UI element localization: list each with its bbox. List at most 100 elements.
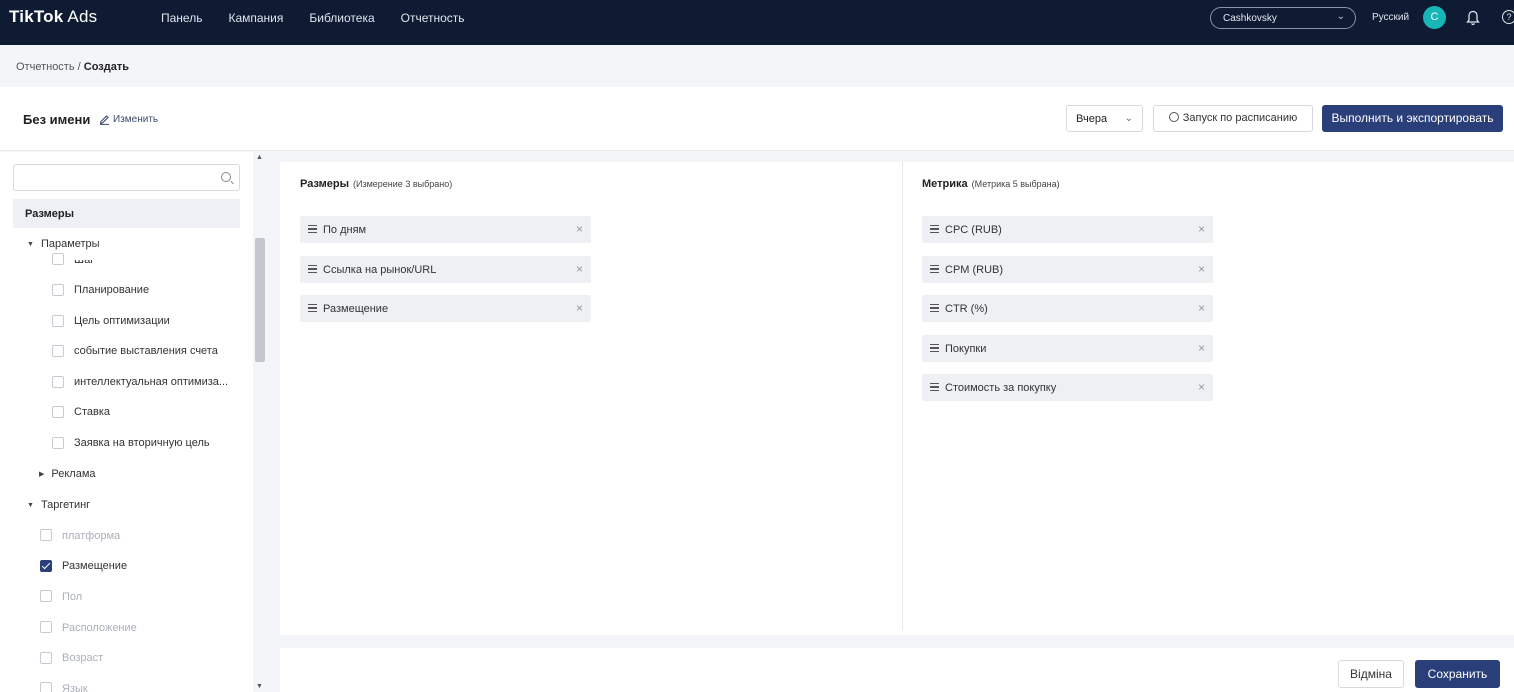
dimension-chip-label: По дням xyxy=(323,224,367,236)
nav-item-library[interactable]: Библиотека xyxy=(309,11,374,25)
close-icon[interactable]: × xyxy=(576,262,583,276)
item-smart-optimization-label: интеллектуальная оптимиза... xyxy=(74,376,229,388)
dimension-chip[interactable]: Размещение × xyxy=(300,295,591,322)
item-step-label: Шаг xyxy=(74,254,95,266)
edit-title-label: Изменить xyxy=(113,114,159,125)
save-button[interactable]: Сохранить xyxy=(1415,660,1500,688)
metric-chip-label: CPC (RUB) xyxy=(945,224,1002,236)
item-gender-label: Пол xyxy=(62,591,83,603)
caret-down-icon: ▼ xyxy=(27,241,34,248)
dimensions-count: (Измерение 3 выбрано) xyxy=(353,179,453,189)
nav-item-reporting[interactable]: Отчетность xyxy=(401,11,465,25)
language-switcher[interactable]: Русский xyxy=(1372,12,1409,23)
metric-chip[interactable]: CPC (RUB) × xyxy=(922,216,1213,243)
chevron-down-icon: ⌄ xyxy=(1124,113,1133,124)
main-nav: Панель Кампания Библиотека Отчетность xyxy=(161,11,491,25)
run-and-export-button[interactable]: Выполнить и экспортировать xyxy=(1322,105,1503,132)
dimension-chip[interactable]: По дням × xyxy=(300,216,591,243)
close-icon[interactable]: × xyxy=(1198,380,1205,394)
chevron-down-icon: ⌄ xyxy=(1336,11,1345,22)
checkbox-billing-event[interactable] xyxy=(52,345,64,357)
sidebar-scrollbar[interactable]: ▲ ▼ xyxy=(253,152,267,692)
item-bid-label: Ставка xyxy=(74,406,110,418)
checkbox-scheduling[interactable] xyxy=(52,284,64,296)
dimensions-panel-title: Размеры (Измерение 3 выбрано) xyxy=(300,178,452,190)
close-icon[interactable]: × xyxy=(1198,341,1205,355)
help-icon[interactable]: ? xyxy=(1502,10,1514,24)
date-range-value: Вчера xyxy=(1076,113,1108,125)
checkbox-step[interactable] xyxy=(52,253,64,265)
item-language-label: Язык xyxy=(62,683,88,692)
sidebar-section-dimensions[interactable]: Размеры xyxy=(13,199,240,228)
checkbox-optimization-goal[interactable] xyxy=(52,315,64,327)
group-targeting[interactable]: ▼ Таргетинг xyxy=(27,499,90,511)
cancel-button[interactable]: Відміна xyxy=(1338,660,1404,688)
metric-chip[interactable]: Стоимость за покупку × xyxy=(922,374,1213,401)
dimension-chip-label: Размещение xyxy=(323,303,389,315)
nav-item-campaign[interactable]: Кампания xyxy=(228,11,283,25)
checkbox-secondary-goal-bid[interactable] xyxy=(52,437,64,449)
metric-chip-label: CTR (%) xyxy=(945,303,988,315)
close-icon[interactable]: × xyxy=(576,222,583,236)
caret-right-icon: ▶ xyxy=(39,471,45,478)
checkbox-age[interactable] xyxy=(40,652,52,664)
item-placement-label: Размещение xyxy=(62,560,128,572)
scrollbar-thumb[interactable] xyxy=(255,238,265,362)
avatar[interactable]: C xyxy=(1423,6,1446,29)
drag-handle-icon[interactable] xyxy=(930,265,939,273)
checkbox-gender[interactable] xyxy=(40,590,52,602)
dimension-chip[interactable]: Ссылка на рынок/URL × xyxy=(300,256,591,283)
schedule-button[interactable]: Запуск по расписанию xyxy=(1153,105,1313,132)
checkbox-location[interactable] xyxy=(40,621,52,633)
drag-handle-icon[interactable] xyxy=(308,304,317,312)
checkbox-placement[interactable] xyxy=(40,560,52,572)
drag-handle-icon[interactable] xyxy=(930,344,939,352)
drag-handle-icon[interactable] xyxy=(930,383,939,391)
bell-icon[interactable] xyxy=(1466,10,1480,26)
footer-bar xyxy=(280,648,1514,692)
item-platform-label: платформа xyxy=(62,530,121,542)
date-range-select[interactable]: Вчера ⌄ xyxy=(1066,105,1143,132)
report-header: Без имени Изменить Вчера ⌄ Запуск по рас… xyxy=(0,87,1514,151)
pencil-icon xyxy=(99,115,109,125)
metric-chip-label: Стоимость за покупку xyxy=(945,382,1057,394)
nav-item-panel[interactable]: Панель xyxy=(161,11,202,25)
drag-handle-icon[interactable] xyxy=(308,225,317,233)
breadcrumb: Отчетность / Создать xyxy=(16,61,129,73)
breadcrumb-current: Создать xyxy=(83,61,129,73)
panel-divider xyxy=(902,162,903,630)
group-parameters-label: Параметры xyxy=(40,238,100,250)
scroll-up-icon[interactable]: ▲ xyxy=(256,154,263,161)
search-input[interactable] xyxy=(13,164,240,191)
breadcrumb-bar: Отчетность / Создать xyxy=(0,45,1514,87)
checkbox-smart-optimization[interactable] xyxy=(52,376,64,388)
drag-handle-icon[interactable] xyxy=(930,304,939,312)
close-icon[interactable]: × xyxy=(1198,301,1205,315)
metric-chip-label: Покупки xyxy=(945,343,987,355)
checkbox-bid[interactable] xyxy=(52,406,64,418)
close-icon[interactable]: × xyxy=(1198,222,1205,236)
search-icon xyxy=(221,172,231,182)
group-parameters[interactable]: ▼ Параметры xyxy=(27,238,100,250)
breadcrumb-parent[interactable]: Отчетность xyxy=(16,61,75,73)
account-selector[interactable]: Cashkovsky ⌄ xyxy=(1210,7,1356,29)
close-icon[interactable]: × xyxy=(576,301,583,315)
close-icon[interactable]: × xyxy=(1198,262,1205,276)
schedule-label: Запуск по расписанию xyxy=(1182,112,1298,124)
drag-handle-icon[interactable] xyxy=(930,225,939,233)
group-targeting-label: Таргетинг xyxy=(40,499,91,511)
checkbox-language[interactable] xyxy=(40,682,52,692)
group-ads-label: Реклама xyxy=(51,468,96,480)
tiktok-ads-logo[interactable]: TikTok Ads xyxy=(9,7,97,27)
item-age-label: Возраст xyxy=(62,652,104,664)
metric-chip[interactable]: CTR (%) × xyxy=(922,295,1213,322)
group-ads[interactable]: ▶ Реклама xyxy=(39,468,96,480)
metric-chip[interactable]: Покупки × xyxy=(922,335,1213,362)
drag-handle-icon[interactable] xyxy=(308,265,317,273)
metric-chip[interactable]: CPM (RUB) × xyxy=(922,256,1213,283)
scroll-down-icon[interactable]: ▼ xyxy=(256,683,263,690)
metrics-panel-title: Метрика (Метрика 5 выбрана) xyxy=(922,178,1060,190)
checkbox-platform[interactable] xyxy=(40,529,52,541)
edit-title-button[interactable]: Изменить xyxy=(99,114,158,125)
item-billing-event-label: событие выставления счета xyxy=(74,345,218,357)
